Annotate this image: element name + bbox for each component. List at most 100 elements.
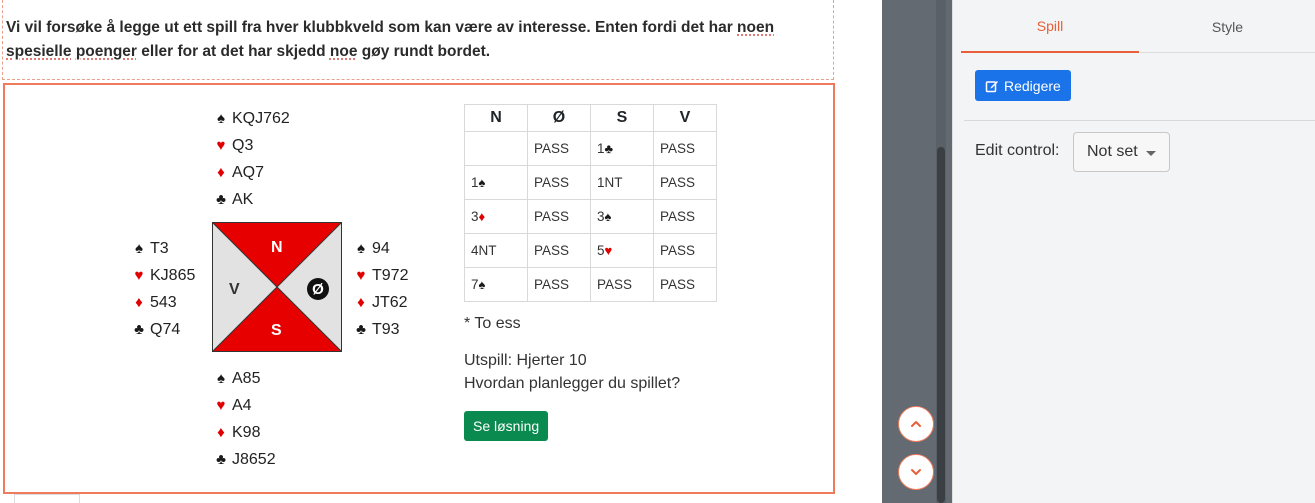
edit-icon bbox=[985, 80, 998, 92]
bidding-row: 7♠ PASS PASS PASS bbox=[464, 267, 717, 302]
spellcheck-word: noen bbox=[737, 19, 775, 36]
opening-lead: Utspill: Hjerter 10 bbox=[464, 352, 587, 369]
west-spades: ♠ T3 bbox=[130, 235, 195, 262]
bidding-row: PASS 1♣ PASS bbox=[464, 131, 717, 166]
heart-icon: ♥ bbox=[216, 137, 226, 154]
next-block-tab[interactable] bbox=[14, 494, 80, 503]
show-solution-button[interactable]: Se løsning bbox=[464, 411, 549, 441]
bid-text: 3 bbox=[597, 209, 605, 224]
bidding-header-south: S bbox=[590, 104, 654, 132]
east-clubs: ♣ T93 bbox=[352, 316, 408, 343]
properties-panel: Spill Style Redigere Edit control: Not s… bbox=[952, 0, 1315, 503]
bid-text: PASS bbox=[534, 277, 570, 292]
north-hand: ♠ KQJ762 ♥ Q3 ♦ AQ7 ♣ AK bbox=[212, 105, 290, 213]
club-icon: ♣ bbox=[216, 451, 226, 468]
spade-icon: ♠ bbox=[217, 370, 225, 387]
compass-north-label: N bbox=[271, 239, 283, 256]
spellcheck-word: poenger bbox=[75, 43, 137, 60]
bid-cell-west: PASS bbox=[653, 199, 717, 234]
bid-text: PASS bbox=[534, 175, 570, 190]
tab-style[interactable]: Style bbox=[1139, 0, 1315, 53]
bid-text: PASS bbox=[534, 141, 570, 156]
heart-icon: ♥ bbox=[356, 267, 366, 284]
bid-cell-north bbox=[464, 131, 528, 166]
edit-button[interactable]: Redigere bbox=[975, 70, 1071, 101]
diamond-icon: ♦ bbox=[135, 294, 143, 311]
bid-text: 1 bbox=[471, 175, 479, 190]
bid-cell-east: PASS bbox=[527, 131, 591, 166]
spade-icon: ♠ bbox=[135, 240, 143, 257]
bid-text: 4NT bbox=[471, 243, 497, 258]
spellcheck-word: noe bbox=[329, 43, 358, 60]
panel-tabs: Spill Style bbox=[961, 0, 1315, 53]
bid-cell-west: PASS bbox=[653, 233, 717, 268]
bid-cell-south: PASS bbox=[590, 267, 654, 302]
bid-cell-west: PASS bbox=[653, 131, 717, 166]
south-hand: ♠ A85 ♥ A4 ♦ K98 ♣ J8652 bbox=[212, 365, 276, 473]
deal-block[interactable]: ♠ KQJ762 ♥ Q3 ♦ AQ7 ♣ AK ♠ T3 ♥ KJ865 ♦ 543 ♣ Q7… bbox=[3, 83, 835, 494]
bid-text: 3 bbox=[471, 209, 479, 224]
south-hearts: ♥ A4 bbox=[212, 392, 276, 419]
east-diamonds: ♦ JT62 bbox=[352, 289, 408, 316]
bid-cell-east: PASS bbox=[527, 233, 591, 268]
intro-text-block[interactable]: Vi vil forsøke å legge ut ett spill fra … bbox=[2, 0, 834, 80]
caret-down-icon bbox=[1146, 151, 1156, 156]
bidding-row: 4NT PASS 5♥ PASS bbox=[464, 233, 717, 268]
edit-control-label: Edit control: bbox=[975, 142, 1060, 159]
bidding-header-west: V bbox=[653, 104, 717, 132]
compass-west-label: V bbox=[229, 281, 240, 298]
bid-cell-north: 1♠ bbox=[464, 165, 528, 200]
bid-suit-icon: ♠ bbox=[478, 277, 486, 292]
bid-cell-north: 4NT bbox=[464, 233, 528, 268]
edit-control-value: Not set bbox=[1087, 143, 1138, 160]
bid-cell-east: PASS bbox=[527, 165, 591, 200]
bid-suit-icon: ♠ bbox=[478, 175, 486, 190]
north-spades: ♠ KQJ762 bbox=[212, 105, 290, 132]
bid-cell-south: 5♥ bbox=[590, 233, 654, 268]
spade-icon: ♠ bbox=[217, 110, 225, 127]
bid-cell-south: 1NT bbox=[590, 165, 654, 200]
chevron-down-icon bbox=[911, 469, 921, 475]
west-hearts: ♥ KJ865 bbox=[130, 262, 196, 289]
bid-text: PASS bbox=[534, 243, 570, 258]
club-icon: ♣ bbox=[134, 321, 144, 338]
heart-icon: ♥ bbox=[216, 397, 226, 414]
diamond-icon: ♦ bbox=[217, 164, 225, 181]
edit-control-select[interactable]: Not set bbox=[1073, 132, 1170, 172]
bid-text: PASS bbox=[660, 243, 696, 258]
scroll-down-button[interactable] bbox=[898, 454, 934, 490]
edit-button-label: Redigere bbox=[1004, 77, 1061, 94]
west-hand: ♠ T3 ♥ KJ865 ♦ 543 ♣ Q74 bbox=[130, 235, 195, 343]
bidding-note: * To ess bbox=[464, 315, 521, 332]
bid-text: 7 bbox=[471, 277, 479, 292]
club-icon: ♣ bbox=[216, 191, 226, 208]
panel-divider bbox=[964, 120, 1315, 121]
scrollbar-thumb[interactable] bbox=[937, 147, 945, 503]
bid-text: PASS bbox=[660, 141, 696, 156]
diamond-icon: ♦ bbox=[217, 424, 225, 441]
bid-cell-south: 3♠ bbox=[590, 199, 654, 234]
bid-text: PASS bbox=[534, 209, 570, 224]
bid-cell-west: PASS bbox=[653, 165, 717, 200]
intro-text: Vi vil forsøke å legge ut ett spill fra … bbox=[6, 19, 775, 60]
bid-text: PASS bbox=[660, 277, 696, 292]
bid-cell-north: 7♠ bbox=[464, 267, 528, 302]
bidding-header-north: N bbox=[464, 104, 528, 132]
tab-spill[interactable]: Spill bbox=[961, 0, 1139, 53]
bid-text: 5 bbox=[597, 243, 605, 258]
compass-east-dealer-badge: Ø bbox=[307, 278, 329, 300]
bid-text: PASS bbox=[660, 209, 696, 224]
south-spades: ♠ A85 bbox=[212, 365, 276, 392]
lead-text-block: Utspill: Hjerter 10 Hvordan planlegger d… bbox=[464, 349, 680, 395]
east-hearts: ♥ T972 bbox=[352, 262, 409, 289]
bidding-body: PASS 1♣ PASS 1♠ PASS 1NT PASS 3♦ PASS 3♠ PASS 4NT PA… bbox=[464, 131, 717, 302]
scroll-up-button[interactable] bbox=[898, 406, 934, 442]
bid-cell-west: PASS bbox=[653, 267, 717, 302]
bidding-row: 3♦ PASS 3♠ PASS bbox=[464, 199, 717, 234]
south-diamonds: ♦ K98 bbox=[212, 419, 276, 446]
north-hearts: ♥ Q3 bbox=[212, 132, 290, 159]
west-diamonds: ♦ 543 bbox=[130, 289, 195, 316]
spade-icon: ♠ bbox=[357, 240, 365, 257]
east-hand: ♠ 94 ♥ T972 ♦ JT62 ♣ T93 bbox=[352, 235, 408, 343]
bid-cell-east: PASS bbox=[527, 199, 591, 234]
